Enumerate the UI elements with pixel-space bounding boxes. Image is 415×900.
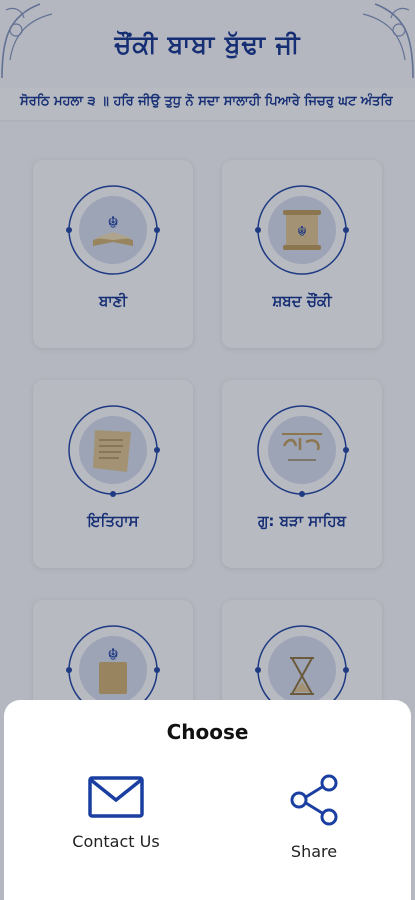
share-button[interactable]: Share (272, 774, 356, 861)
choose-bottom-sheet: Choose Contact Us Share (4, 700, 411, 900)
contact-us-button[interactable]: Contact Us (66, 776, 166, 851)
sheet-title: Choose (166, 720, 249, 744)
mail-icon (88, 776, 144, 818)
share-label: Share (290, 842, 338, 861)
share-icon (290, 774, 338, 826)
contact-us-label: Contact Us (72, 832, 160, 851)
